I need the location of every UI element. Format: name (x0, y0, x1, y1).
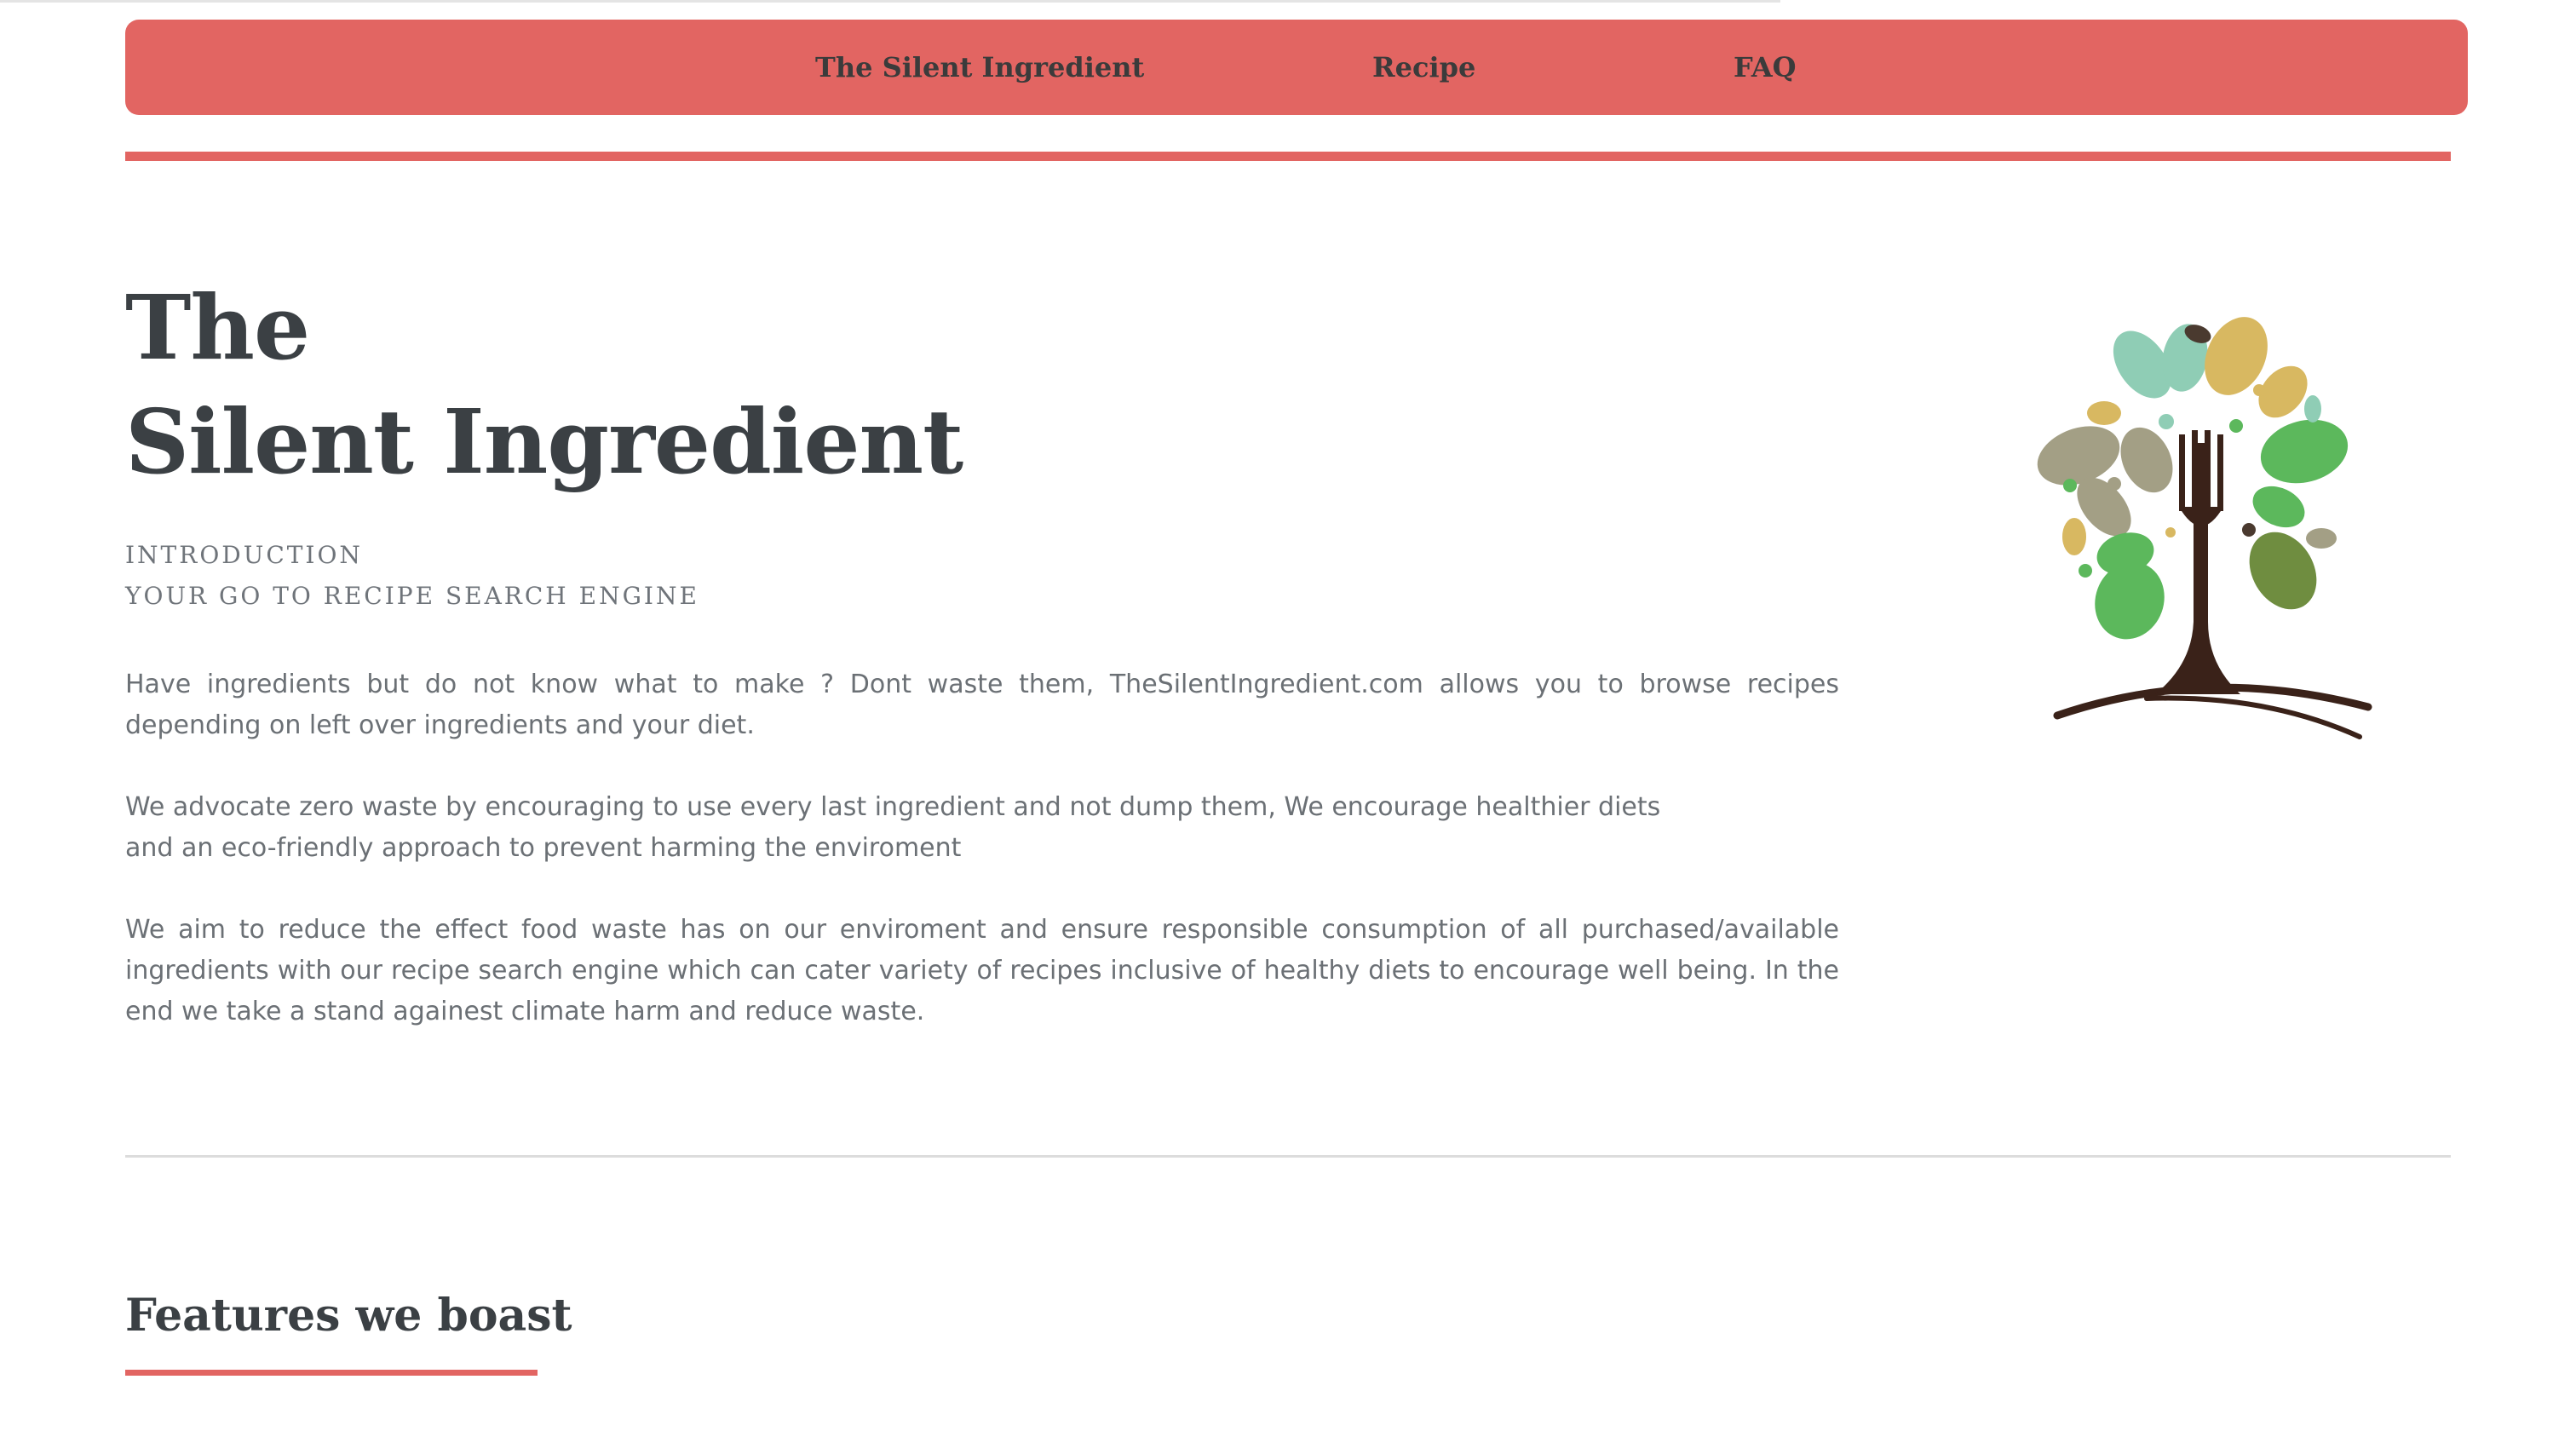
page: The Silent Ingredient Recipe FAQ The Sil… (0, 0, 2576, 1437)
page-title-line-1: The (125, 275, 310, 380)
nav-link-home[interactable]: The Silent Ingredient (815, 20, 1144, 115)
top-navbar: The Silent Ingredient Recipe FAQ (125, 20, 2468, 115)
intro-paragraph-3: We aim to reduce the effect food waste h… (125, 915, 1839, 1026)
features-heading: Features we boast (125, 1290, 572, 1342)
header-accent-rule (125, 152, 2451, 161)
browser-top-edge (0, 0, 1780, 3)
tagline: YOUR GO TO RECIPE SEARCH ENGINE (125, 582, 699, 610)
page-title: The Silent Ingredient (125, 271, 963, 499)
nav-link-faq[interactable]: FAQ (1734, 20, 1797, 115)
nav-link-recipe[interactable]: Recipe (1372, 20, 1475, 115)
intro-paragraph-2: We advocate zero waste by encouraging to… (125, 792, 1661, 863)
fork-tree-logo-icon (2037, 317, 2372, 739)
page-title-line-2: Silent Ingredient (125, 389, 963, 494)
intro-label: INTRODUCTION (125, 541, 363, 569)
intro-paragraph-1: Have ingredients but do not know what to… (125, 670, 1839, 740)
section-divider (125, 1155, 2451, 1158)
intro-subheading: INTRODUCTION YOUR GO TO RECIPE SEARCH EN… (125, 535, 699, 617)
features-heading-underline (125, 1370, 538, 1376)
